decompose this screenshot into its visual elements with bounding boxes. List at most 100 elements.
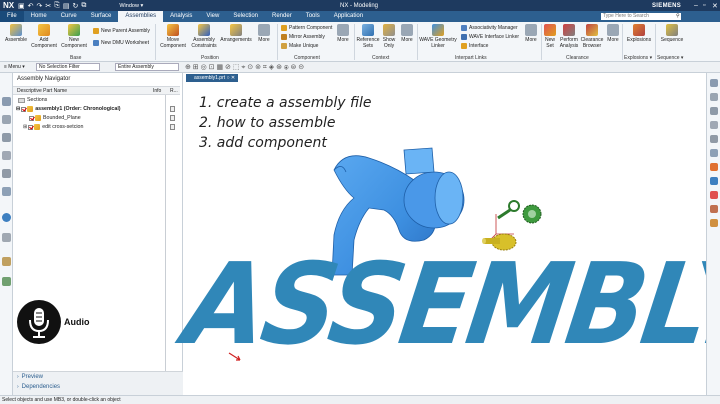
- arrangements-button[interactable]: Arrangements: [219, 24, 253, 43]
- history-icon[interactable]: [2, 213, 11, 222]
- show-only-button[interactable]: Show Only: [380, 24, 398, 49]
- selection-scope-dropdown[interactable]: Entire Assembly: [115, 63, 179, 71]
- view-shaded-icon[interactable]: [710, 177, 718, 185]
- explosions-button[interactable]: Explosions: [625, 24, 653, 43]
- move-component-button[interactable]: Move Component: [158, 24, 188, 49]
- mirror-assembly-button[interactable]: Mirror Assembly: [281, 34, 325, 40]
- paste-icon[interactable]: ▤: [63, 2, 70, 10]
- view-rotate-icon[interactable]: [710, 107, 718, 115]
- group-component-label: Component: [294, 55, 320, 61]
- save-icon[interactable]: ▣: [18, 2, 25, 10]
- sequence-button[interactable]: Sequence: [658, 24, 686, 43]
- document-tab[interactable]: assembly1.prt ○ ✕: [186, 74, 238, 82]
- column-descriptive-part-name[interactable]: Descriptive Part Name: [17, 88, 67, 94]
- reference-sets-button[interactable]: Reference Sets: [356, 24, 380, 49]
- menu-button[interactable]: ≡ Menu ▾: [4, 64, 25, 70]
- hd3d-tools-icon[interactable]: [2, 169, 11, 178]
- checkbox-icon[interactable]: [29, 115, 34, 121]
- part-navigator-icon[interactable]: [2, 133, 11, 142]
- perform-analysis-button[interactable]: Perform Analysis: [558, 24, 580, 49]
- constraint-navigator-icon[interactable]: [2, 115, 11, 124]
- tab-analysis[interactable]: Analysis: [163, 11, 199, 22]
- web-browser-icon[interactable]: [2, 187, 11, 196]
- tab-curve[interactable]: Curve: [54, 11, 84, 22]
- window-menu[interactable]: Window ▾: [119, 3, 143, 9]
- tab-selection[interactable]: Selection: [226, 11, 265, 22]
- tab-assemblies[interactable]: Assemblies: [118, 11, 164, 22]
- context-more-button[interactable]: More: [399, 24, 415, 43]
- wave-interface-linker-button[interactable]: WAVE Interface Linker: [461, 34, 519, 40]
- clearance-browser-button[interactable]: Clearance Browser: [580, 24, 604, 49]
- assembly-constraints-button[interactable]: Assembly Constraints: [189, 24, 219, 49]
- reuse-library-icon[interactable]: [2, 151, 11, 160]
- tab-file[interactable]: File: [0, 11, 24, 22]
- search-input[interactable]: Type Here to Search: [601, 13, 681, 20]
- process-studio-icon[interactable]: [2, 257, 11, 266]
- navigator-scrollbar[interactable]: [165, 95, 166, 390]
- tab-surface[interactable]: Surface: [84, 11, 119, 22]
- new-component-button[interactable]: New Component: [60, 24, 88, 49]
- make-unique-button[interactable]: Make Unique: [281, 43, 318, 49]
- associativity-manager-button[interactable]: Associativity Manager: [461, 25, 518, 31]
- copy-icon[interactable]: ⎘: [54, 2, 60, 10]
- checkbox-icon[interactable]: [21, 106, 27, 112]
- add-component-button[interactable]: Add Component: [30, 24, 58, 49]
- view-zoom-icon[interactable]: [710, 93, 718, 101]
- view-orient-icon[interactable]: [710, 135, 718, 143]
- preview-panel-toggle[interactable]: › Preview: [17, 374, 43, 380]
- column-info[interactable]: Info: [153, 88, 161, 94]
- view-lighting-icon[interactable]: [710, 219, 718, 227]
- dependencies-panel-toggle[interactable]: › Dependencies: [17, 384, 60, 390]
- tree-row-bounded-plane[interactable]: Bounded_Plane: [29, 115, 81, 121]
- new-set-button[interactable]: New Set: [542, 24, 558, 49]
- selection-filter-dropdown[interactable]: No Selection Filter: [36, 63, 100, 71]
- checkbox-icon[interactable]: [28, 124, 34, 130]
- undo-icon[interactable]: ↶: [28, 2, 34, 10]
- system-materials-icon[interactable]: [2, 233, 11, 242]
- assemble-button[interactable]: Assemble: [4, 24, 28, 43]
- tree-row-edit-cross-section[interactable]: ⊞ edit cross-setcion: [23, 124, 83, 130]
- clearance-more-button[interactable]: More: [605, 24, 621, 43]
- interface-button[interactable]: Interface: [461, 43, 488, 49]
- column-r[interactable]: R...: [170, 88, 178, 94]
- info-icon[interactable]: [170, 106, 175, 112]
- tree-row-assembly1[interactable]: ⊟ assembly1 (Order: Chronological): [16, 106, 121, 112]
- redo-alt-icon[interactable]: ↻: [72, 2, 78, 10]
- expand-icon[interactable]: ⊞: [23, 124, 27, 130]
- new-parent-assembly-button[interactable]: New Parent Assembly: [93, 28, 150, 34]
- view-render-icon[interactable]: [710, 163, 718, 171]
- collapse-icon[interactable]: ⊟: [16, 106, 20, 112]
- maximize-icon[interactable]: ▫: [703, 2, 705, 9]
- close-icon[interactable]: ✕: [712, 2, 718, 10]
- search-icon[interactable]: ⚲: [676, 13, 680, 19]
- tree-row-sections[interactable]: Sections: [18, 97, 47, 103]
- group-explosions-label[interactable]: Explosions ▾: [624, 55, 652, 61]
- tab-render[interactable]: Render: [265, 11, 299, 22]
- pattern-component-button[interactable]: Pattern Component: [281, 25, 332, 31]
- roles-icon[interactable]: [2, 277, 11, 286]
- component-more-button[interactable]: More: [335, 24, 351, 43]
- tab-application[interactable]: Application: [327, 11, 370, 22]
- assembly-navigator-icon[interactable]: [2, 97, 11, 106]
- group-sequence-label[interactable]: Sequence ▾: [657, 55, 683, 61]
- tab-view[interactable]: View: [199, 11, 226, 22]
- view-wireframe-icon[interactable]: [710, 191, 718, 199]
- new-dmu-worksheet-button[interactable]: New DMU Worksheet: [93, 40, 149, 46]
- minimize-icon[interactable]: –: [694, 2, 698, 9]
- interpart-more-button[interactable]: More: [523, 24, 539, 43]
- sequence-label: Sequence: [660, 37, 684, 43]
- cut-icon[interactable]: ✂: [45, 2, 51, 10]
- position-more-button[interactable]: More: [256, 24, 272, 43]
- wave-geometry-linker-button[interactable]: WAVE Geometry Linker: [419, 24, 457, 49]
- view-section-icon[interactable]: [710, 149, 718, 157]
- redo-icon[interactable]: ↷: [37, 2, 43, 10]
- view-fit-icon[interactable]: [710, 79, 718, 87]
- tab-home[interactable]: Home: [24, 11, 54, 22]
- view-pan-icon[interactable]: [710, 121, 718, 129]
- switch-window-icon[interactable]: ⧉: [81, 2, 86, 10]
- tab-tools[interactable]: Tools: [299, 11, 327, 22]
- info-icon[interactable]: [170, 124, 175, 130]
- info-icon[interactable]: [170, 115, 175, 121]
- view-color-icon[interactable]: [710, 205, 718, 213]
- toolbar-icons[interactable]: ⊕ ⊞ ◎ ⊡ ▦ ⊘ ⬚ ⌖ ⊙ ⊚ ⌗ ◈ ⊛ ⦿ ⊜ ⊝: [185, 63, 304, 72]
